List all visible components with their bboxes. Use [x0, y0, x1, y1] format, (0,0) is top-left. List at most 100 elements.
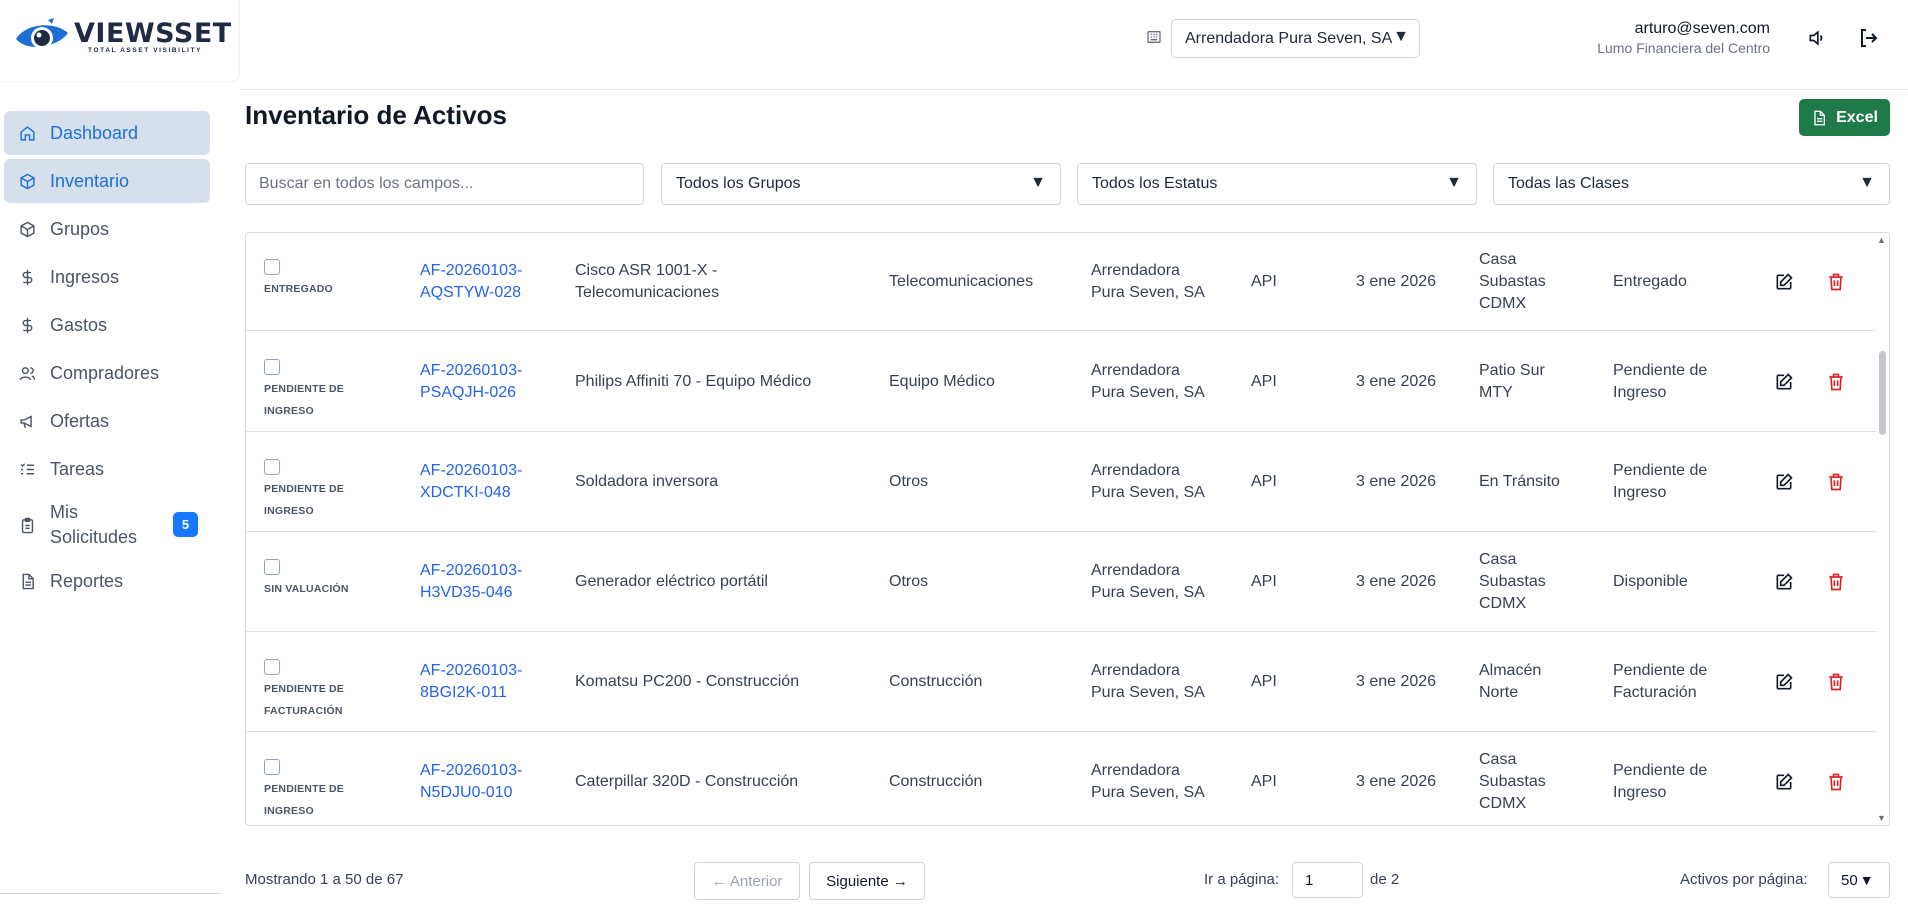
- edit-icon[interactable]: [1774, 472, 1794, 492]
- table-row[interactable]: SIN VALUACIÓN AF-20260103- H3VD35-046 Gener…: [246, 532, 1876, 632]
- sidebar-item-compradores[interactable]: Compradores: [4, 351, 210, 395]
- edit-icon[interactable]: [1774, 672, 1794, 692]
- asset-location-line: MTY: [1479, 384, 1513, 401]
- asset-code-link[interactable]: AF-20260103- H3VD35-046: [420, 560, 522, 604]
- table-row[interactable]: ENTREGADO AF-20260103- AQSTYW-028 Cisco ASR…: [246, 233, 1876, 331]
- row-checkbox[interactable]: [264, 559, 280, 575]
- total-pages: de 2: [1370, 871, 1400, 888]
- delete-trash-icon[interactable]: [1826, 372, 1846, 392]
- delete-trash-icon[interactable]: [1826, 272, 1846, 292]
- document-icon: [18, 572, 36, 590]
- table-row[interactable]: PENDIENTE DE FACTURACIÓN AF-20260103- 8BGI…: [246, 632, 1876, 732]
- sidebar-item-label: Compradores: [50, 362, 160, 383]
- excel-export-button[interactable]: Excel: [1799, 99, 1890, 136]
- logout-icon[interactable]: [1857, 26, 1881, 50]
- asset-state-line: Ingreso: [1613, 384, 1667, 401]
- asset-location: Casa Subastas CDMX: [1479, 549, 1546, 615]
- filters-bar: Todos los Grupos ▼ Todos los Estatus ▼ T…: [245, 163, 1890, 205]
- asset-company: Arrendadora Pura Seven, SA: [1091, 660, 1205, 704]
- sidebar-item-reportes[interactable]: Reportes: [4, 559, 210, 603]
- asset-company: Arrendadora Pura Seven, SA: [1091, 360, 1205, 404]
- previous-page-button[interactable]: ← Anterior: [694, 862, 800, 900]
- logo[interactable]: VIEWSSET TOTAL ASSET VISIBILITY: [0, 0, 240, 82]
- asset-company-line: Arrendadora: [1091, 662, 1180, 679]
- sidebar-divider: [0, 893, 220, 894]
- row-status-label: PENDIENTE DE FACTURACIÓN: [264, 683, 344, 717]
- row-checkbox[interactable]: [264, 359, 280, 375]
- asset-location: En Tránsito: [1479, 471, 1560, 493]
- asset-group: Construcción: [889, 773, 983, 790]
- table-row[interactable]: PENDIENTE DE INGRESO AF-20260103- N5DJU0-0…: [246, 732, 1876, 825]
- sidebar-item-ofertas[interactable]: Ofertas: [4, 399, 210, 443]
- asset-state: Entregado: [1613, 271, 1687, 293]
- asset-code-link[interactable]: AF-20260103- PSAQJH-026: [420, 360, 522, 404]
- asset-state-line: Pendiente de: [1613, 462, 1708, 479]
- asset-code-link-line: AF-20260103-: [420, 462, 523, 479]
- sidebar-item-dashboard[interactable]: Dashboard: [4, 111, 210, 155]
- edit-icon[interactable]: [1774, 272, 1794, 292]
- asset-source: API: [1251, 473, 1277, 490]
- asset-code-link[interactable]: AF-20260103- N5DJU0-010: [420, 760, 522, 804]
- asset-name: Philips Affiniti 70 - Equipo Médico: [575, 371, 811, 393]
- brand-name: VIEWSSET: [74, 18, 232, 49]
- per-page-select[interactable]: 50 ▼: [1828, 862, 1890, 898]
- delete-trash-icon[interactable]: [1826, 672, 1846, 692]
- asset-code-link-line: 8BGI2K-011: [420, 684, 507, 701]
- asset-source: API: [1251, 273, 1277, 290]
- box-icon: [18, 220, 36, 238]
- sidebar-item-ingresos[interactable]: Ingresos: [4, 255, 210, 299]
- asset-group: Otros: [889, 573, 929, 590]
- asset-location-line: Patio Sur: [1479, 362, 1545, 379]
- asset-name-line: Generador eléctrico portátil: [575, 573, 768, 590]
- sidebar-item-tareas[interactable]: Tareas: [4, 447, 210, 491]
- sidebar-nav: Dashboard Inventario Grupos Ingresos Gas…: [4, 111, 210, 607]
- asset-name: Soldadora inversora: [575, 471, 718, 493]
- scroll-down-arrow-icon[interactable]: ▼: [1877, 813, 1886, 823]
- asset-date: 3 ene 2026: [1356, 573, 1437, 590]
- sidebar-item-gastos[interactable]: Gastos: [4, 303, 210, 347]
- sidebar-item-label: Reportes: [50, 570, 124, 591]
- goto-page-input[interactable]: [1292, 862, 1363, 898]
- scroll-up-arrow-icon[interactable]: ▲: [1877, 235, 1886, 245]
- asset-state-line: Pendiente de: [1613, 362, 1708, 379]
- search-input[interactable]: [245, 163, 644, 205]
- edit-icon[interactable]: [1774, 372, 1794, 392]
- delete-trash-icon[interactable]: [1826, 572, 1846, 592]
- chevron-down-icon: ▼: [1859, 872, 1874, 888]
- asset-name-line: Cisco ASR 1001-X -: [575, 262, 718, 279]
- table-row[interactable]: PENDIENTE DE INGRESO AF-20260103- XDCTKI-0…: [246, 432, 1876, 532]
- delete-trash-icon[interactable]: [1826, 472, 1846, 492]
- asset-code-link[interactable]: AF-20260103- AQSTYW-028: [420, 260, 522, 304]
- status-filter-select[interactable]: Todos los Estatus ▼: [1077, 163, 1477, 205]
- row-checkbox[interactable]: [264, 659, 280, 675]
- sidebar-item-grupos[interactable]: Grupos: [4, 207, 210, 251]
- asset-group: Equipo Médico: [889, 373, 995, 390]
- sidebar-item-inventario[interactable]: Inventario: [4, 159, 210, 203]
- asset-code-link[interactable]: AF-20260103- 8BGI2K-011: [420, 660, 522, 704]
- asset-name: Cisco ASR 1001-X - Telecomunicaciones: [575, 260, 719, 304]
- asset-code-link[interactable]: AF-20260103- XDCTKI-048: [420, 460, 522, 504]
- speaker-icon[interactable]: [1807, 28, 1827, 48]
- scroll-thumb[interactable]: [1879, 351, 1886, 435]
- app-root: VIEWSSET TOTAL ASSET VISIBILITY Dashboar…: [0, 0, 1908, 904]
- per-page-label: Activos por página:: [1680, 871, 1808, 888]
- classes-filter-select[interactable]: Todas las Clases ▼: [1493, 163, 1890, 205]
- next-page-button[interactable]: Siguiente →: [809, 862, 925, 900]
- sidebar-item-label: Tareas: [50, 458, 105, 479]
- asset-date: 3 ene 2026: [1356, 273, 1437, 290]
- company-select[interactable]: Arrendadora Pura Seven, SA ▼: [1171, 19, 1420, 58]
- row-checkbox[interactable]: [264, 759, 280, 775]
- asset-code-link-line: H3VD35-046: [420, 584, 513, 601]
- edit-icon[interactable]: [1774, 772, 1794, 792]
- row-checkbox[interactable]: [264, 259, 280, 275]
- asset-source: API: [1251, 373, 1277, 390]
- asset-company-line: Pura Seven, SA: [1091, 384, 1205, 401]
- table-row[interactable]: PENDIENTE DE INGRESO AF-20260103- PSAQJH-0…: [246, 332, 1876, 432]
- groups-filter-select[interactable]: Todos los Grupos ▼: [661, 163, 1061, 205]
- asset-state: Disponible: [1613, 571, 1688, 593]
- row-checkbox[interactable]: [264, 459, 280, 475]
- delete-trash-icon[interactable]: [1826, 772, 1846, 792]
- sidebar-item-mis-solicitudes[interactable]: Mis Solicitudes 5: [4, 495, 210, 555]
- table-scrollbar[interactable]: ▲ ▼: [1875, 233, 1889, 825]
- edit-icon[interactable]: [1774, 572, 1794, 592]
